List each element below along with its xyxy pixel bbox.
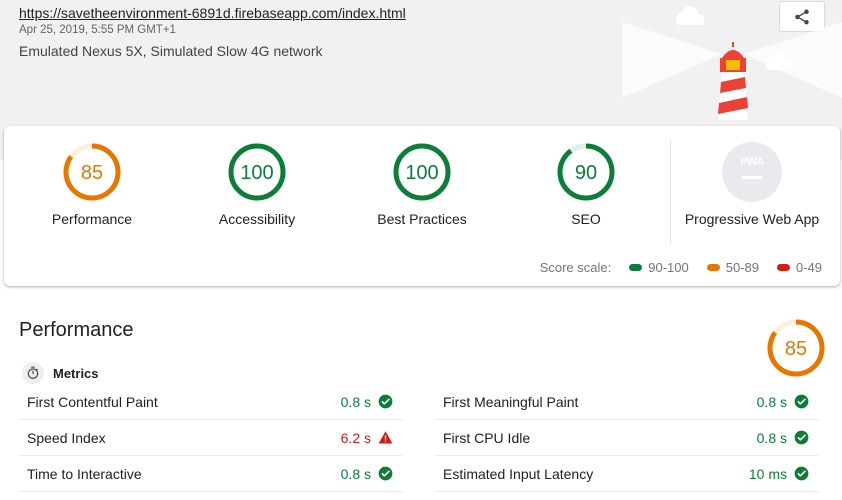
check-circle-icon bbox=[378, 394, 393, 409]
check-circle-icon bbox=[794, 466, 809, 481]
lighthouse-illustration bbox=[622, 6, 842, 124]
scale-fail: 0-49 bbox=[776, 260, 822, 275]
gauge-pwa[interactable]: PWA Progressive Web App bbox=[664, 126, 840, 227]
metric-name: Time to Interactive bbox=[27, 465, 142, 482]
scale-fail-pill bbox=[776, 264, 790, 271]
gauge-ring: 100 bbox=[393, 143, 451, 201]
gauge-score: 100 bbox=[405, 162, 438, 184]
metric-name: Estimated Input Latency bbox=[443, 465, 594, 482]
scale-average: 50-89 bbox=[706, 260, 759, 275]
summary-card: 85 Performance 100 Accessibility 100 Bes… bbox=[4, 126, 840, 286]
gauge-label: Best Practices bbox=[377, 211, 467, 227]
metrics-column-left: First Contentful Paint 0.8 s Speed Index… bbox=[19, 384, 403, 492]
metrics-column-right: First Meaningful Paint 0.8 s First CPU I… bbox=[435, 384, 819, 492]
gauge-ring: 100 bbox=[228, 143, 286, 201]
stopwatch-icon bbox=[22, 362, 44, 384]
scale-fail-text: 0-49 bbox=[795, 260, 822, 275]
metric-value: 0.8 s bbox=[756, 429, 787, 446]
metric-row: First Contentful Paint 0.8 s bbox=[19, 384, 403, 420]
metrics-label: Metrics bbox=[53, 365, 99, 381]
gauge-label: Accessibility bbox=[218, 211, 296, 227]
metric-row: Speed Index 6.2 s bbox=[19, 420, 403, 456]
metric-row: First Meaningful Paint 0.8 s bbox=[435, 384, 819, 420]
gauge-label: Performance bbox=[51, 211, 133, 227]
gauge-performance[interactable]: 85 Performance bbox=[17, 126, 167, 227]
gauge-seo[interactable]: 90 SEO bbox=[511, 126, 661, 227]
report-url-link[interactable]: https://savetheenvironment-6891d.firebas… bbox=[19, 5, 406, 21]
check-circle-icon bbox=[378, 466, 393, 481]
performance-score-gauge[interactable]: 85 bbox=[766, 318, 826, 383]
scale-pass-pill bbox=[629, 264, 643, 271]
gauge-label: SEO bbox=[571, 211, 601, 227]
score-scale: Score scale: 90-100 50-89 0-49 bbox=[540, 260, 822, 275]
gauge-ring: 90 bbox=[557, 143, 615, 201]
score-scale-label: Score scale: bbox=[539, 260, 612, 275]
gauge-score: 85 bbox=[785, 338, 807, 360]
gauge-ring: 85 bbox=[63, 143, 121, 201]
scale-pass: 90-100 bbox=[629, 260, 689, 275]
gauge-label: Progressive Web App bbox=[684, 211, 820, 227]
check-circle-icon bbox=[794, 394, 809, 409]
metric-value: 0.8 s bbox=[756, 393, 787, 410]
metric-name: First CPU Idle bbox=[443, 429, 531, 446]
metric-value: 6.2 s bbox=[340, 429, 371, 446]
gauge-score: 100 bbox=[240, 162, 273, 184]
report-date: Apr 25, 2019, 5:55 PM GMT+1 bbox=[19, 24, 176, 36]
metric-row: Time to Interactive 0.8 s bbox=[19, 456, 403, 492]
metric-name: First Contentful Paint bbox=[27, 393, 158, 410]
metric-row: Estimated Input Latency 10 ms bbox=[435, 456, 819, 492]
metric-row: First CPU Idle 0.8 s bbox=[435, 420, 819, 456]
scale-average-pill bbox=[706, 264, 720, 271]
metric-name: Speed Index bbox=[27, 429, 106, 446]
check-circle-icon bbox=[794, 430, 809, 445]
performance-section-title: Performance bbox=[19, 319, 134, 341]
metric-value: 0.8 s bbox=[340, 393, 371, 410]
gauge-accessibility[interactable]: 100 Accessibility bbox=[182, 126, 332, 227]
pwa-badge-text: PWA bbox=[740, 156, 764, 168]
warning-triangle-icon bbox=[378, 430, 393, 445]
scale-average-text: 50-89 bbox=[725, 260, 759, 275]
emulation-info: Emulated Nexus 5X, Simulated Slow 4G net… bbox=[19, 43, 323, 59]
metrics-header: Metrics bbox=[22, 362, 99, 384]
gauge-ring: 85 bbox=[767, 319, 825, 377]
metric-name: First Meaningful Paint bbox=[443, 393, 579, 410]
gauge-best-practices[interactable]: 100 Best Practices bbox=[347, 126, 497, 227]
scale-pass-text: 90-100 bbox=[648, 260, 689, 275]
metric-value: 0.8 s bbox=[340, 465, 371, 482]
metric-value: 10 ms bbox=[748, 465, 787, 482]
gauge-score: 90 bbox=[575, 162, 597, 184]
gauge-score: 85 bbox=[81, 162, 103, 184]
pwa-badge-icon: PWA bbox=[722, 142, 782, 202]
pwa-badge-bar bbox=[742, 176, 762, 179]
